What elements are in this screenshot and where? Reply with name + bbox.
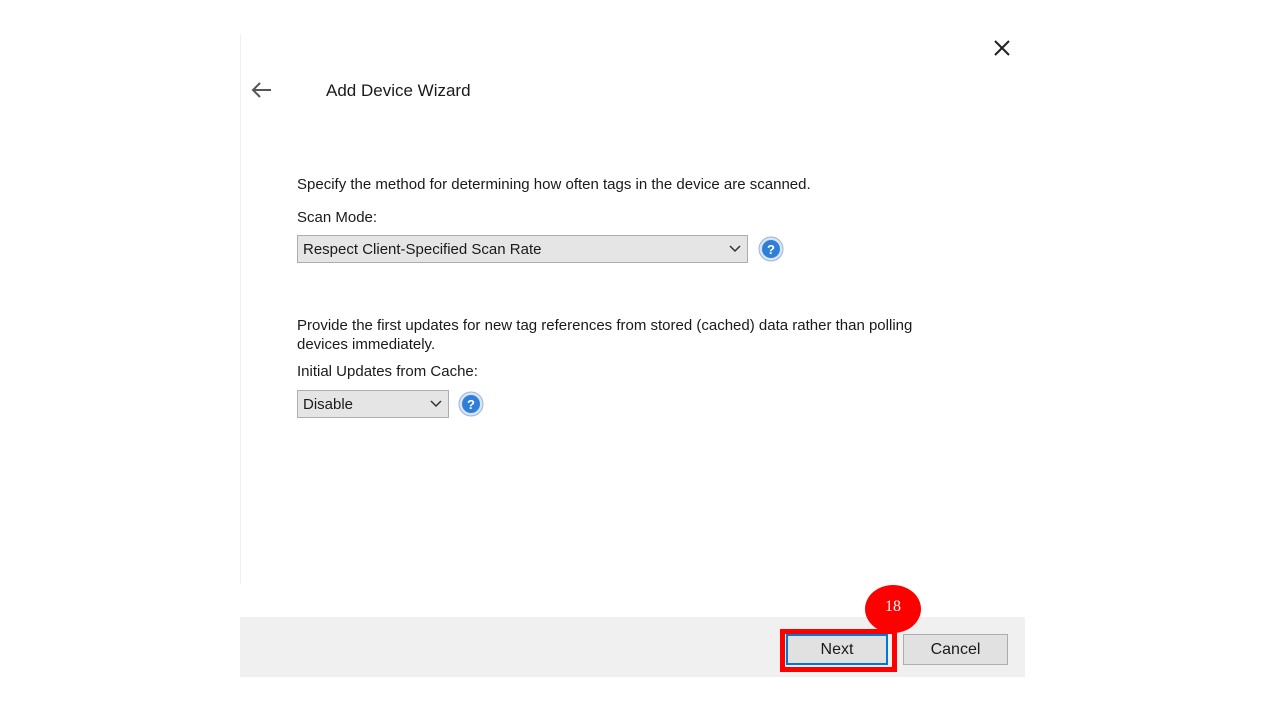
- add-device-wizard-dialog: Add Device Wizard Specify the method for…: [240, 34, 1025, 677]
- back-arrow-icon[interactable]: [250, 80, 274, 100]
- wizard-title: Add Device Wizard: [326, 81, 471, 100]
- scan-mode-selected-value: Respect Client-Specified Scan Rate: [303, 241, 542, 258]
- svg-text:?: ?: [467, 397, 475, 412]
- cancel-button[interactable]: Cancel: [903, 634, 1008, 665]
- slide: Add Device Wizard Specify the method for…: [0, 0, 1280, 720]
- scan-mode-description: Specify the method for determining how o…: [297, 176, 811, 193]
- svg-text:?: ?: [767, 242, 775, 257]
- cache-help-icon[interactable]: ?: [458, 391, 484, 417]
- step-number-badge: 18: [865, 585, 921, 633]
- chevron-down-icon: [430, 400, 442, 408]
- close-icon[interactable]: [990, 36, 1014, 60]
- chevron-down-icon: [729, 245, 741, 253]
- cache-select[interactable]: Disable: [297, 390, 449, 418]
- cache-label: Initial Updates from Cache:: [297, 363, 478, 380]
- cache-description: Provide the first updates for new tag re…: [297, 317, 913, 353]
- dialog-left-edge: [240, 34, 241, 584]
- scan-mode-help-icon[interactable]: ?: [758, 236, 784, 262]
- scan-mode-select[interactable]: Respect Client-Specified Scan Rate: [297, 235, 748, 263]
- next-button[interactable]: Next: [786, 634, 888, 665]
- cache-selected-value: Disable: [303, 396, 354, 413]
- scan-mode-label: Scan Mode:: [297, 209, 378, 226]
